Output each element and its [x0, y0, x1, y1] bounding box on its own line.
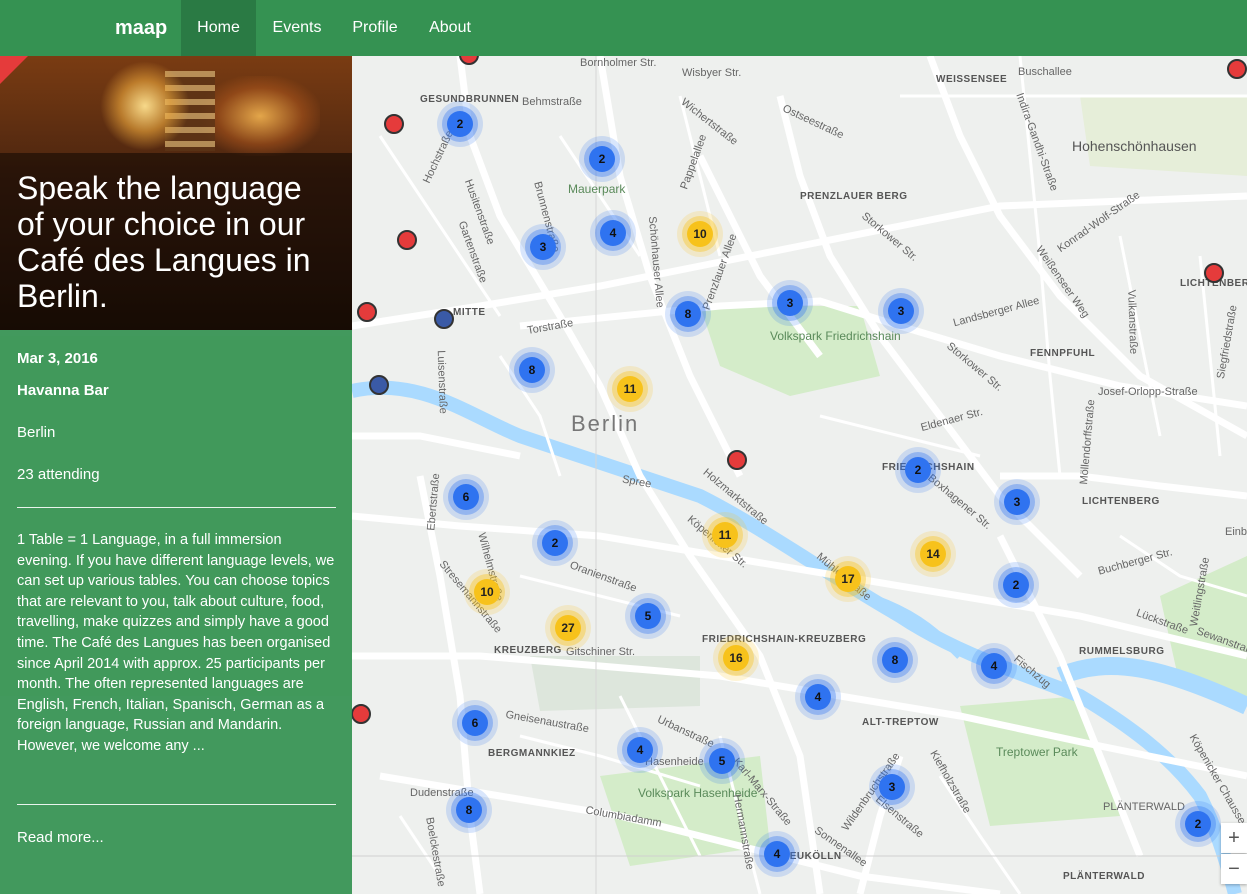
cluster-marker[interactable]: 2: [589, 146, 615, 172]
street-label: Luisenstraße: [434, 350, 449, 414]
cluster-marker[interactable]: 2: [905, 457, 931, 483]
nav-about[interactable]: About: [412, 0, 488, 56]
cluster-marker[interactable]: 3: [888, 298, 914, 324]
event-pin[interactable]: [434, 309, 454, 329]
event-pin[interactable]: [369, 375, 389, 395]
event-pin[interactable]: [727, 450, 747, 470]
district-label: BERGMANNKIEZ: [488, 748, 576, 759]
cluster-marker[interactable]: 2: [447, 111, 473, 137]
cluster-marker[interactable]: 4: [627, 737, 653, 763]
district-label: GESUNDBRUNNEN: [420, 94, 520, 105]
nav-events[interactable]: Events: [256, 0, 338, 56]
street-label: Vulkanstraße: [1125, 289, 1140, 355]
cluster-marker[interactable]: 4: [805, 684, 831, 710]
event-city: Berlin: [17, 424, 56, 441]
corner-flag-icon: [0, 56, 28, 84]
event-pin[interactable]: [351, 704, 371, 724]
street-label: Buschallee: [1018, 66, 1072, 78]
event-description: 1 Table = 1 Language, in a full immersio…: [17, 532, 335, 754]
district-label: KREUZBERG: [494, 645, 562, 656]
district-label: RUMMELSBURG: [1079, 646, 1165, 657]
district-label: PRENZLAUER BERG: [800, 191, 908, 202]
cluster-marker[interactable]: 4: [764, 841, 790, 867]
district-label: ALT-TREPTOW: [862, 717, 939, 728]
event-pin[interactable]: [1227, 59, 1247, 79]
cluster-marker[interactable]: 8: [456, 797, 482, 823]
cluster-marker[interactable]: 17: [835, 566, 861, 592]
event-pin[interactable]: [357, 302, 377, 322]
nav-profile[interactable]: Profile: [338, 0, 412, 56]
street-label: Einbeck: [1225, 526, 1247, 538]
event-pin[interactable]: [384, 114, 404, 134]
event-pin[interactable]: [397, 230, 417, 250]
area-label: Mauerpark: [568, 182, 626, 196]
nav-home[interactable]: Home: [181, 0, 256, 56]
brand-logo[interactable]: maap: [115, 0, 167, 56]
event-venue: Havanna Bar: [17, 382, 109, 399]
event-title: Speak the language of your choice in our…: [17, 170, 311, 314]
cluster-marker[interactable]: 11: [617, 376, 643, 402]
cluster-marker[interactable]: 6: [453, 484, 479, 510]
read-more-link[interactable]: Read more...: [17, 829, 104, 846]
cluster-marker[interactable]: 3: [777, 290, 803, 316]
cluster-marker[interactable]: 5: [635, 603, 661, 629]
cluster-marker[interactable]: 11: [712, 522, 738, 548]
cluster-marker[interactable]: 5: [709, 748, 735, 774]
district-label: PLÄNTERWALD: [1063, 871, 1145, 882]
area-label: Volkspark Friedrichshain: [770, 329, 901, 343]
event-detail-panel: Speak the language of your choice in our…: [0, 56, 352, 894]
city-label: Berlin: [571, 411, 640, 436]
event-date: Mar 3, 2016: [17, 350, 98, 367]
street-label: Wisbyer Str.: [682, 67, 742, 79]
district-label: FRIEDRICHSHAIN-KREUZBERG: [702, 634, 867, 645]
street-label: Bornholmer Str.: [580, 57, 657, 69]
district-label: WEISSENSEE: [936, 74, 1008, 85]
street-label: Gitschiner Str.: [566, 646, 636, 658]
district-label: NEUKÖLLN: [782, 851, 842, 862]
street-label: Hasenheide: [645, 756, 704, 768]
street-label: Behmstraße: [522, 96, 582, 108]
event-pin[interactable]: [1204, 263, 1224, 283]
district-label: MITTE: [453, 307, 486, 318]
area-label: Treptower Park: [996, 745, 1078, 759]
top-navbar: maap Home Events Profile About: [0, 0, 1247, 56]
district-label: FENNPFUHL: [1030, 348, 1096, 359]
cluster-marker[interactable]: 3: [879, 774, 905, 800]
cluster-marker[interactable]: 8: [675, 301, 701, 327]
cluster-marker[interactable]: 3: [530, 234, 556, 260]
cluster-marker[interactable]: 6: [462, 710, 488, 736]
area-label: PLÄNTERWALD: [1103, 801, 1185, 813]
cluster-marker[interactable]: 2: [1185, 811, 1211, 837]
cluster-marker[interactable]: 27: [555, 615, 581, 641]
district-label: LICHTENBERG: [1082, 496, 1160, 507]
street-label: Josef-Orlopp-Straße: [1098, 386, 1198, 398]
cluster-marker[interactable]: 8: [519, 357, 545, 383]
cluster-marker[interactable]: 8: [882, 647, 908, 673]
cluster-marker[interactable]: 10: [474, 579, 500, 605]
zoom-out-button[interactable]: −: [1221, 854, 1247, 884]
cluster-marker[interactable]: 10: [687, 221, 713, 247]
zoom-in-button[interactable]: +: [1221, 823, 1247, 853]
cluster-marker[interactable]: 4: [600, 220, 626, 246]
cluster-marker[interactable]: 14: [920, 541, 946, 567]
divider: [17, 507, 336, 508]
area-label: Hohenschönhausen: [1072, 138, 1197, 154]
event-image: Speak the language of your choice in our…: [0, 56, 352, 330]
cluster-marker[interactable]: 3: [1004, 489, 1030, 515]
cluster-marker[interactable]: 16: [723, 645, 749, 671]
cluster-marker[interactable]: 2: [1003, 572, 1029, 598]
divider: [17, 804, 336, 805]
event-attending: 23 attending: [17, 466, 100, 483]
cluster-marker[interactable]: 4: [981, 653, 1007, 679]
cluster-marker[interactable]: 2: [542, 530, 568, 556]
